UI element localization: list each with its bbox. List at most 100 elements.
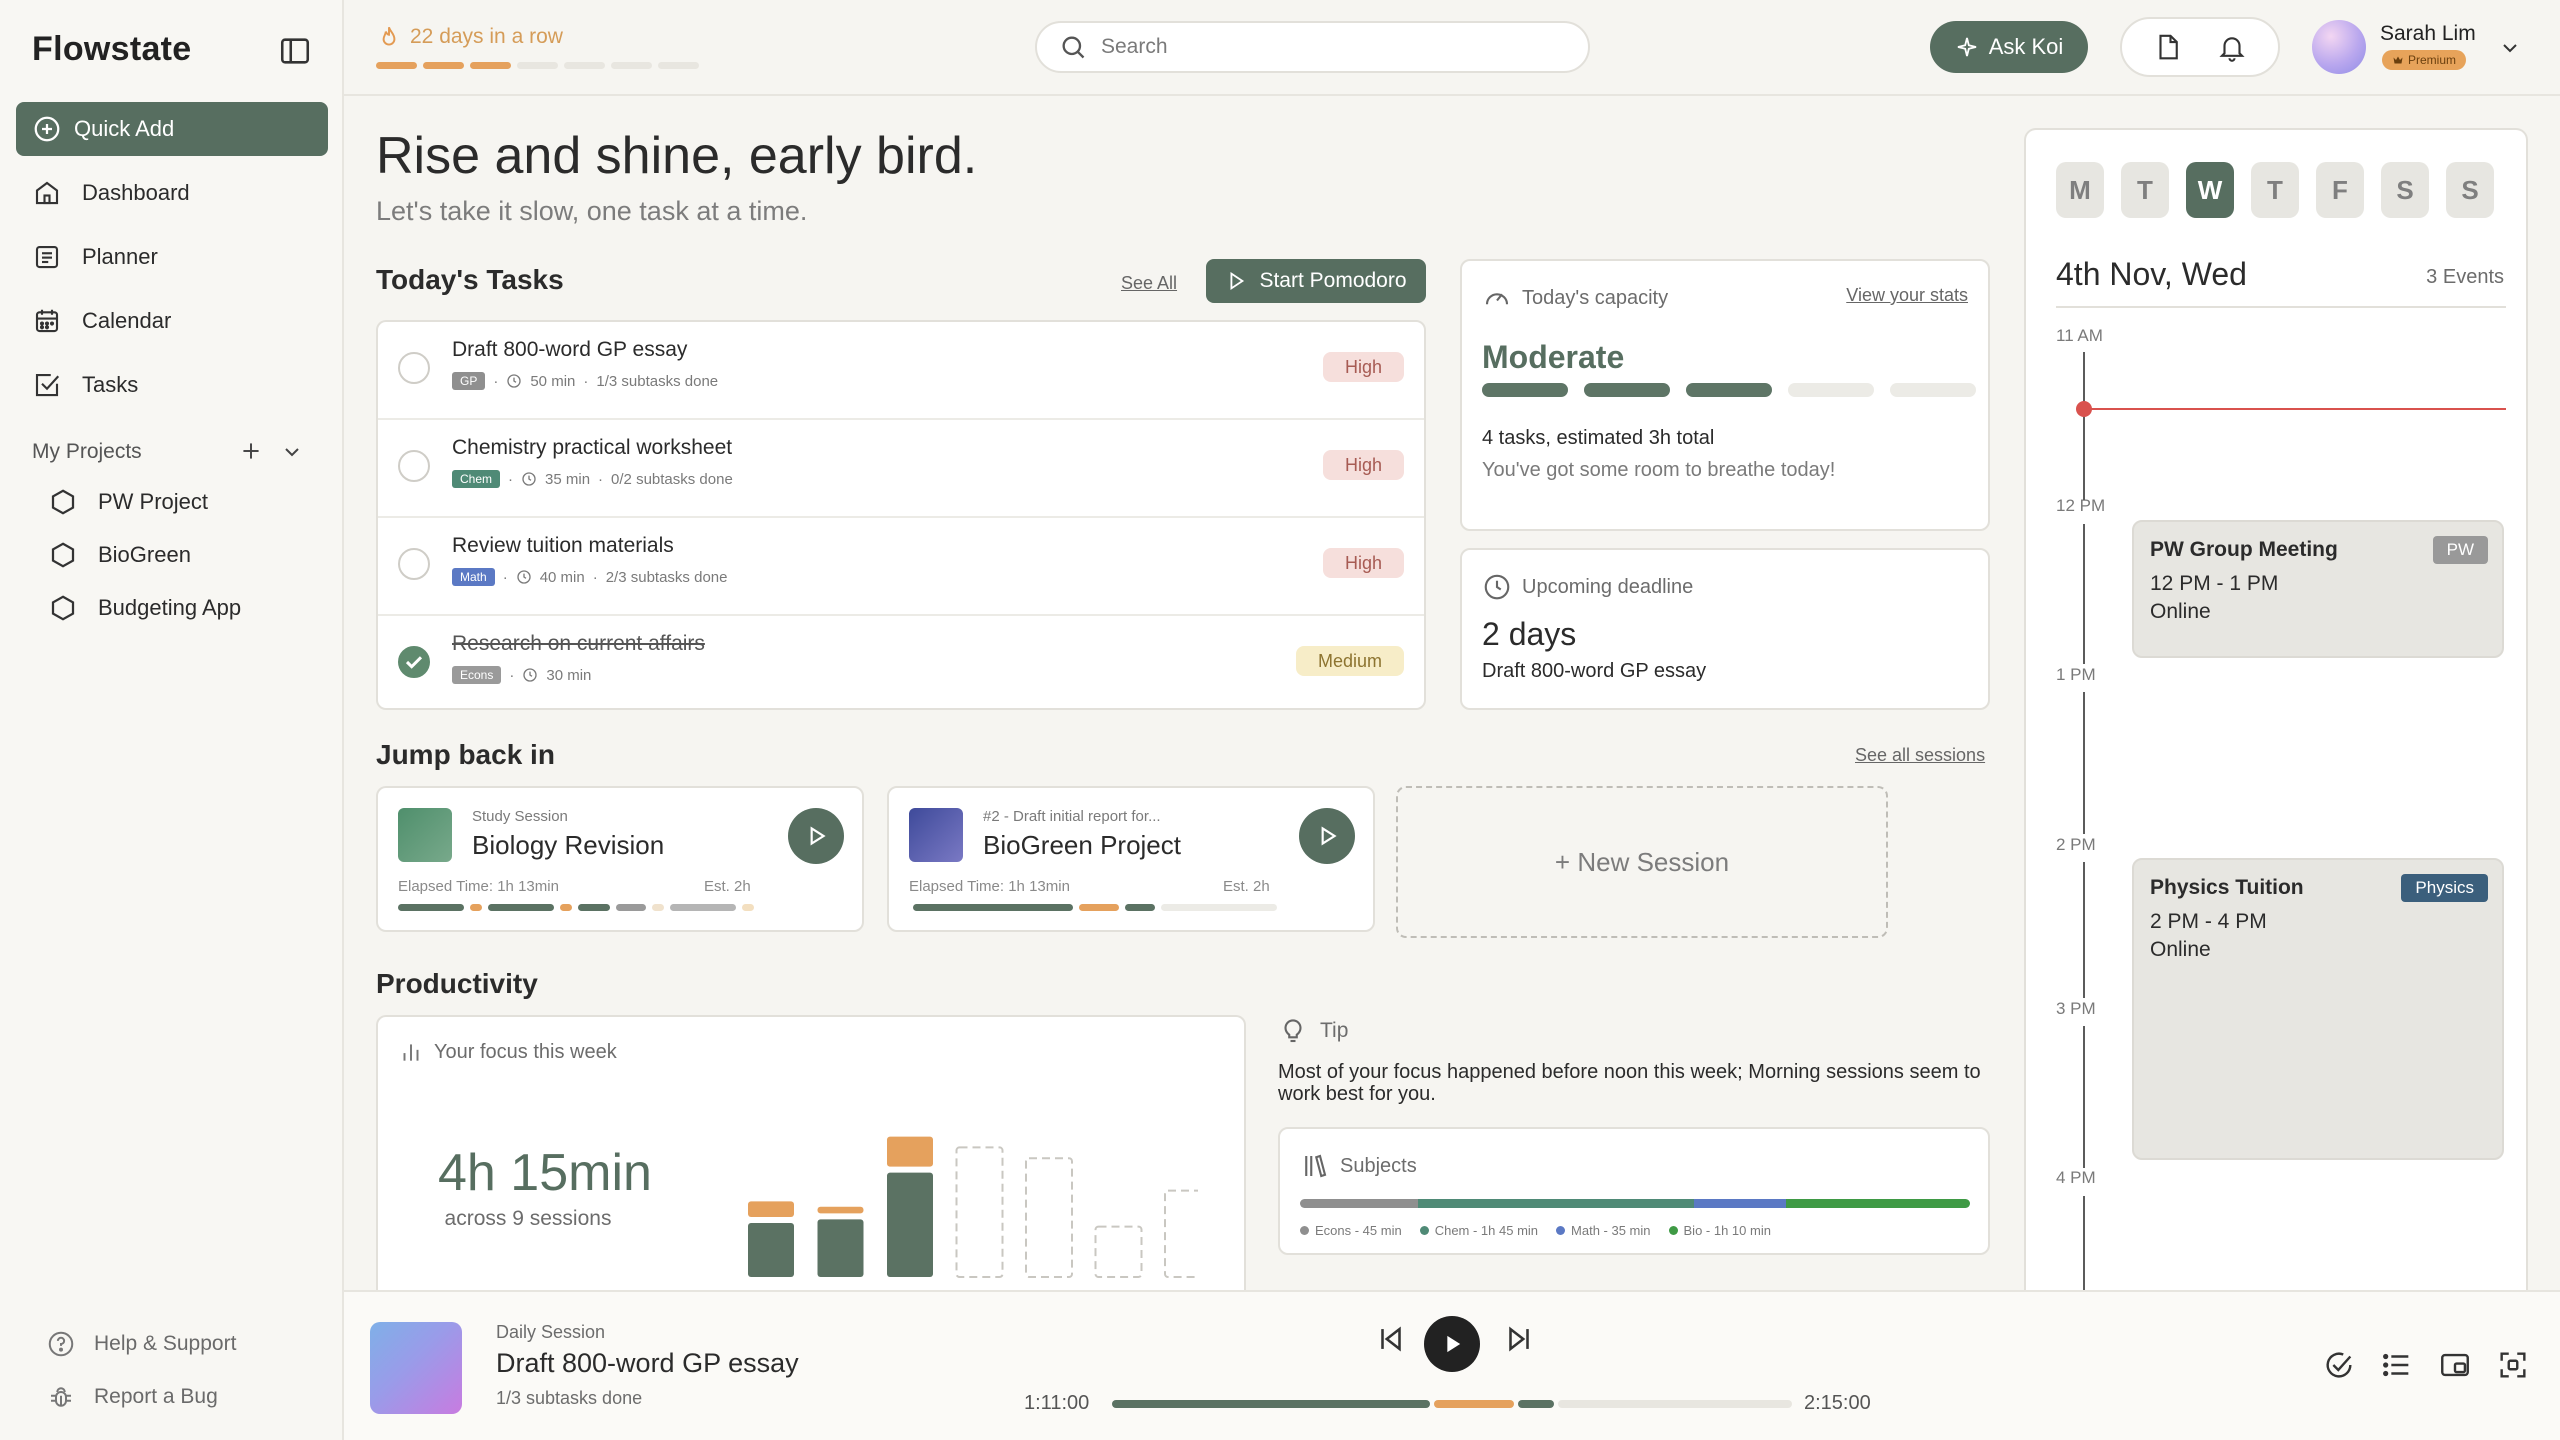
sidebar-item-calendar[interactable]: Calendar bbox=[32, 301, 171, 341]
sidebar-item-tasks[interactable]: Tasks bbox=[32, 365, 138, 405]
subject-segment bbox=[1786, 1199, 1970, 1208]
focus-bar-break bbox=[817, 1206, 864, 1214]
session-card[interactable]: #2 - Draft initial report for... BioGree… bbox=[887, 786, 1375, 932]
day-chip[interactable]: T bbox=[2121, 162, 2169, 218]
total-time: 2:15:00 bbox=[1804, 1392, 1871, 1414]
search-bar[interactable] bbox=[1035, 21, 1590, 73]
user-menu-chevron-icon[interactable] bbox=[2498, 36, 2522, 60]
task-row[interactable]: Chemistry practical worksheet Chem · 35 … bbox=[378, 420, 1424, 518]
priority-badge: High bbox=[1322, 548, 1404, 578]
avatar[interactable] bbox=[2312, 20, 2366, 74]
premium-label: Premium bbox=[2408, 53, 2457, 67]
session-card[interactable]: Study Session Biology Revision Elapsed T… bbox=[376, 786, 864, 932]
day-chip[interactable]: T bbox=[2251, 162, 2299, 218]
list-icon[interactable] bbox=[2380, 1348, 2414, 1382]
skip-forward-icon[interactable] bbox=[1502, 1322, 1536, 1356]
bell-icon[interactable] bbox=[2217, 32, 2247, 62]
deadline-header: Upcoming deadline bbox=[1482, 572, 1693, 602]
chevron-down-icon[interactable] bbox=[280, 440, 304, 464]
deadline-value: 2 days bbox=[1482, 616, 1577, 652]
calendar-event[interactable]: PW Group Meeting PW 12 PM - 1 PM Online bbox=[2132, 520, 2504, 658]
focus-total: 4h 15min bbox=[438, 1144, 652, 1202]
resume-session-button[interactable] bbox=[788, 808, 844, 864]
sidebar-item-planner[interactable]: Planner bbox=[32, 237, 158, 277]
task-row[interactable]: Research on current affairs Econs · 30 m… bbox=[378, 616, 1424, 714]
bug-icon bbox=[46, 1382, 76, 1412]
new-session-button[interactable]: + New Session bbox=[1396, 786, 1888, 938]
meta-separator: · bbox=[508, 470, 514, 488]
ask-koi-button[interactable]: Ask Koi bbox=[1930, 21, 2088, 73]
day-chip[interactable]: F bbox=[2316, 162, 2364, 218]
session-player: Daily Session Draft 800-word GP essay 1/… bbox=[344, 1290, 2560, 1440]
streak-day-bar bbox=[470, 62, 511, 69]
task-row[interactable]: Review tuition materials Math · 40 min ·… bbox=[378, 518, 1424, 616]
day-chip[interactable]: W bbox=[2186, 162, 2234, 218]
view-stats-link[interactable]: View your stats bbox=[1846, 285, 1968, 306]
current-time-line bbox=[2084, 408, 2506, 410]
tip-text: Most of your focus happened before noon … bbox=[1278, 1061, 1981, 1105]
books-icon bbox=[1300, 1151, 1330, 1181]
task-row[interactable]: Draft 800-word GP essay GP · 50 min · 1/3… bbox=[378, 322, 1424, 420]
capacity-segment bbox=[1890, 383, 1976, 397]
subjects-legend: Econs - 45 min Chem - 1h 45 min Math - 35 … bbox=[1300, 1223, 1771, 1238]
search-input[interactable] bbox=[1101, 35, 1541, 59]
resume-session-button[interactable] bbox=[1299, 808, 1355, 864]
premium-badge: Premium bbox=[2382, 50, 2467, 70]
sidebar-project-pw[interactable]: PW Project bbox=[48, 484, 208, 520]
play-pause-button[interactable] bbox=[1424, 1316, 1480, 1372]
task-checkbox[interactable] bbox=[398, 646, 430, 678]
sidebar-item-label: Dashboard bbox=[82, 180, 190, 205]
report-bug-link[interactable]: Report a Bug bbox=[46, 1379, 218, 1415]
clock-icon bbox=[522, 472, 536, 486]
priority-badge: Medium bbox=[1295, 646, 1404, 676]
session-progress bbox=[398, 904, 754, 911]
focus-header: Your focus this week bbox=[398, 1039, 617, 1065]
task-checkbox[interactable] bbox=[398, 352, 430, 384]
project-label: PW Project bbox=[98, 489, 209, 514]
day-chip[interactable]: S bbox=[2446, 162, 2494, 218]
picture-in-picture-icon[interactable] bbox=[2438, 1348, 2472, 1382]
capacity-card: Today's capacity View your stats Moderat… bbox=[1460, 259, 1990, 531]
focus-bar-planned bbox=[1025, 1157, 1073, 1278]
task-duration: 35 min bbox=[545, 470, 591, 488]
add-project-icon[interactable] bbox=[238, 438, 264, 464]
session-thumbnail bbox=[398, 808, 452, 862]
player-thumbnail bbox=[370, 1322, 462, 1414]
focus-bar-planned bbox=[955, 1146, 1004, 1279]
task-duration: 30 min bbox=[546, 666, 592, 684]
projects-header-label: My Projects bbox=[32, 440, 142, 463]
check-circle-icon[interactable] bbox=[2322, 1348, 2356, 1382]
sidebar-project-biogreen[interactable]: BioGreen bbox=[48, 537, 191, 573]
start-pomodoro-button[interactable]: Start Pomodoro bbox=[1206, 259, 1426, 303]
see-all-tasks-link[interactable]: See All bbox=[1121, 273, 1177, 294]
focus-title: Your focus this week bbox=[434, 1040, 617, 1063]
document-icon[interactable] bbox=[2153, 32, 2183, 62]
task-meta: Econs · 30 min bbox=[452, 666, 591, 684]
playback-scrubber[interactable] bbox=[1112, 1400, 1792, 1408]
task-checkbox[interactable] bbox=[398, 450, 430, 482]
task-checkbox[interactable] bbox=[398, 548, 430, 580]
see-all-sessions-link[interactable]: See all sessions bbox=[1855, 745, 1985, 766]
quick-add-label: Quick Add bbox=[74, 116, 175, 141]
quick-add-button[interactable]: Quick Add bbox=[16, 102, 328, 156]
legend-dot bbox=[1668, 1226, 1678, 1235]
help-support-link[interactable]: Help & Support bbox=[46, 1326, 236, 1362]
sparkle-icon bbox=[1955, 35, 1979, 59]
day-chip[interactable]: M bbox=[2056, 162, 2104, 218]
subject-legend-label: Chem - 1h 45 min bbox=[1434, 1223, 1539, 1238]
task-meta: Math · 40 min · 2/3 subtasks done bbox=[452, 568, 727, 586]
focus-mode-icon[interactable] bbox=[2496, 1348, 2530, 1382]
meta-separator: · bbox=[583, 372, 589, 390]
sidebar-toggle-icon[interactable] bbox=[278, 34, 312, 68]
skip-back-icon[interactable] bbox=[1374, 1322, 1408, 1356]
streak-day-bar bbox=[517, 62, 558, 69]
session-title: BioGreen Project bbox=[983, 830, 1181, 860]
sidebar-project-budgeting[interactable]: Budgeting App bbox=[48, 590, 241, 626]
calendar-event[interactable]: Physics Tuition Physics 2 PM - 4 PM Onli… bbox=[2132, 858, 2504, 1160]
sidebar-item-dashboard[interactable]: Dashboard bbox=[32, 173, 190, 213]
hexagon-icon bbox=[48, 593, 78, 623]
event-count: 3 Events bbox=[2426, 266, 2504, 288]
day-chip[interactable]: S bbox=[2381, 162, 2429, 218]
hour-label: 11 AM bbox=[2056, 326, 2103, 345]
calendar-icon bbox=[32, 306, 62, 336]
